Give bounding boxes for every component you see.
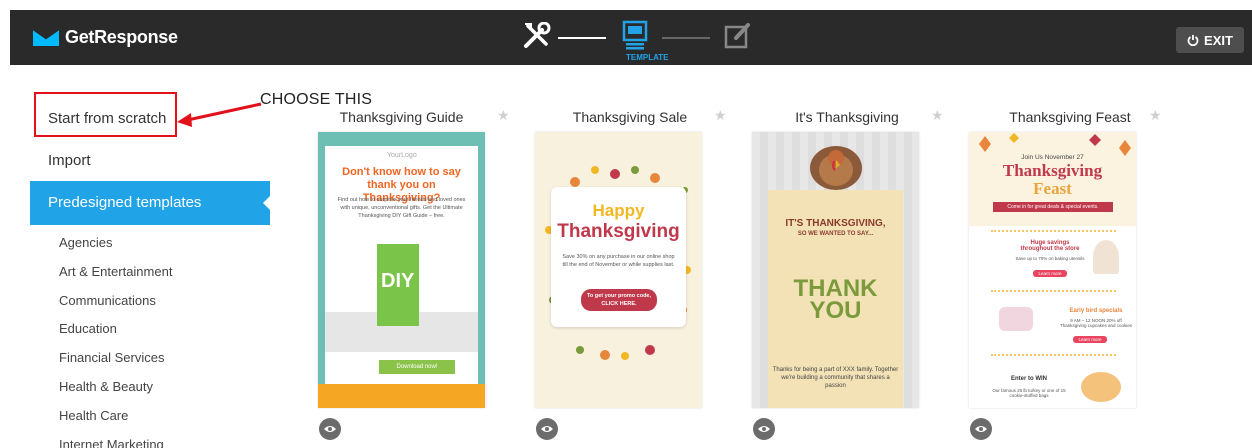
feast-join: Join Us November 27 xyxy=(1021,154,1084,161)
category-health-care[interactable]: Health Care xyxy=(59,408,128,423)
star-icon[interactable]: ★ xyxy=(714,107,727,124)
eye-icon xyxy=(975,426,987,432)
decoration xyxy=(318,384,485,408)
wizard-steps: TEMPLATE xyxy=(522,18,762,62)
chef-illustration xyxy=(1093,240,1119,274)
template-card-its-thanksgiving[interactable]: IT'S THANKSGIVING, SO WE WANTED TO SAY..… xyxy=(752,132,919,408)
preview-button[interactable] xyxy=(536,418,558,440)
pumpkin-illustration xyxy=(1081,372,1121,402)
parchment-scroll: IT'S THANKSGIVING, SO WE WANTED TO SAY..… xyxy=(768,190,903,408)
learn-more-button: Learn more xyxy=(1073,336,1107,343)
sale-line1: Happy xyxy=(592,201,645,220)
eye-icon xyxy=(541,426,553,432)
template-body: Thanks for being a part of XXX family. T… xyxy=(772,367,899,389)
exit-label: EXIT xyxy=(1204,32,1233,48)
category-art-entertainment[interactable]: Art & Entertainment xyxy=(59,264,172,279)
logo-envelope-icon xyxy=(32,28,60,46)
template-title: Thanksgiving Feast xyxy=(1009,109,1131,125)
divider xyxy=(991,230,1116,234)
template-title: It's Thanksgiving xyxy=(795,109,899,125)
template-cta: To get your promo code, CLICK HERE. xyxy=(581,289,657,311)
edit-icon[interactable] xyxy=(724,22,752,50)
step-connector xyxy=(558,37,606,39)
exit-button[interactable]: EXIT xyxy=(1176,27,1244,53)
eye-icon xyxy=(324,426,336,432)
feast-section-sub: 9 AM – 12 NOON 20% off Thanksgiving cupc… xyxy=(1059,318,1133,328)
annotation-arrow xyxy=(177,102,262,127)
template-heading2: SO WE WANTED TO SAY... xyxy=(797,231,874,237)
preview-button[interactable] xyxy=(970,418,992,440)
template-card-thanksgiving-feast[interactable]: Join Us November 27 Thanksgiving Feast C… xyxy=(969,132,1136,408)
template-icon[interactable] xyxy=(622,20,648,50)
annotation-text: CHOOSE THIS xyxy=(260,91,373,108)
learn-more-button: Learn more xyxy=(1033,270,1067,277)
category-financial-services[interactable]: Financial Services xyxy=(59,350,165,365)
star-icon[interactable]: ★ xyxy=(497,107,510,124)
predesigned-templates-tab[interactable]: Predesigned templates xyxy=(30,181,270,225)
category-agencies[interactable]: Agencies xyxy=(59,235,112,250)
power-icon xyxy=(1187,35,1199,46)
preview-button[interactable] xyxy=(753,418,775,440)
divider xyxy=(991,290,1116,294)
eye-icon xyxy=(758,426,770,432)
import-link[interactable]: Import xyxy=(48,152,91,169)
category-health-beauty[interactable]: Health & Beauty xyxy=(59,379,153,394)
feast-section-sub: Our famous 25 lb turkey or one of 15 coo… xyxy=(992,388,1066,398)
star-icon[interactable]: ★ xyxy=(1149,107,1162,124)
sale-panel: Happy Thanksgiving Save 30% on any purch… xyxy=(551,187,686,327)
template-logo: YourLogo xyxy=(387,152,417,159)
preview-button[interactable] xyxy=(319,418,341,440)
template-body: Save 30% on any purchase in our online s… xyxy=(562,254,675,268)
feast-header: Join Us November 27 Thanksgiving Feast C… xyxy=(969,132,1136,226)
getresponse-logo[interactable]: GetResponse xyxy=(32,27,178,48)
feast-section-title: Early bird specials xyxy=(1069,308,1123,314)
thank-you-lettering: THANK YOU xyxy=(793,275,878,324)
star-icon[interactable]: ★ xyxy=(931,107,944,124)
active-notch xyxy=(263,196,270,210)
feast-name1: Thanksgiving xyxy=(1002,161,1103,180)
divider xyxy=(991,354,1116,358)
template-card-thanksgiving-guide[interactable]: YourLogo Don't know how to say thank you… xyxy=(318,132,485,408)
step-connector xyxy=(662,37,710,39)
feast-name2: Feast xyxy=(1033,179,1072,198)
feast-section-title: Enter to WIN xyxy=(1011,376,1047,382)
template-body: Find out how to surprise your friends an… xyxy=(337,197,466,219)
category-communications[interactable]: Communications xyxy=(59,293,156,308)
feast-ribbon: Come in for great deals & special events… xyxy=(993,202,1113,212)
sale-line2: Thanksgiving xyxy=(557,221,680,242)
category-education[interactable]: Education xyxy=(59,321,117,336)
feast-section-title: Huge savings throughout the store xyxy=(1020,240,1080,252)
start-from-scratch-link[interactable]: Start from scratch xyxy=(48,110,166,127)
predesigned-templates-label: Predesigned templates xyxy=(48,194,202,211)
template-card-thanksgiving-sale[interactable]: Happy Thanksgiving Save 30% on any purch… xyxy=(535,132,702,408)
feast-section-sub: Save up to 70% on baking utensils xyxy=(1015,256,1085,261)
template-heading1: IT'S THANKSGIVING, xyxy=(785,218,886,229)
logo-text: GetResponse xyxy=(65,27,178,47)
book-title: DIY xyxy=(381,270,415,292)
template-title: Thanksgiving Sale xyxy=(572,109,688,125)
step-active-label: TEMPLATE xyxy=(626,53,669,62)
turkey-illustration xyxy=(810,146,862,190)
book-cover: DIY xyxy=(377,244,419,326)
email-body: YourLogo Don't know how to say thank you… xyxy=(325,146,478,386)
template-title: Thanksgiving Guide xyxy=(339,109,464,125)
template-cta: Download now! xyxy=(379,360,455,374)
category-internet-marketing[interactable]: Internet Marketing xyxy=(59,437,164,448)
tools-icon[interactable] xyxy=(522,22,552,50)
top-bar: GetResponse TEMPLATE EXIT xyxy=(10,10,1252,65)
cake-illustration xyxy=(999,307,1033,331)
